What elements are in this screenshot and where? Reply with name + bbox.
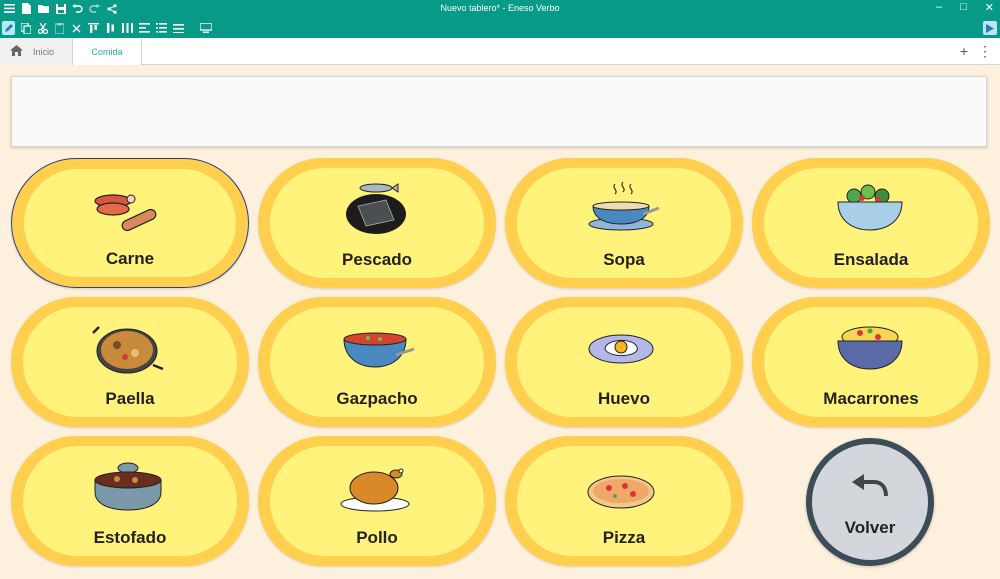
screen-icon[interactable] — [199, 21, 212, 35]
cell-label: Pizza — [602, 528, 646, 547]
egg-icon — [588, 334, 654, 364]
meat-icon — [94, 194, 157, 232]
cell-paella[interactable]: Paella — [11, 297, 249, 427]
cut-icon[interactable] — [36, 21, 49, 35]
window-title: Nuevo tablero* - Eneso Verbo — [440, 3, 560, 13]
justify-icon[interactable] — [172, 21, 185, 35]
tab-bar: Inicio Comida + ⋮ — [0, 38, 1000, 65]
salad-icon — [837, 184, 903, 231]
cell-label: Pescado — [342, 250, 412, 269]
minimize-button[interactable]: – — [936, 1, 942, 14]
cell-label: Pollo — [356, 528, 398, 547]
gazpacho-icon — [343, 332, 415, 368]
cell-label: Sopa — [603, 250, 645, 269]
delete-icon[interactable] — [70, 21, 83, 35]
fish-icon — [346, 183, 406, 234]
cell-estofado[interactable]: Estofado — [11, 436, 249, 566]
cell-label: Carne — [105, 249, 155, 268]
tab-comida[interactable]: Comida — [73, 38, 142, 65]
tab-home[interactable]: Inicio — [0, 38, 73, 65]
align-left-icon[interactable] — [138, 21, 151, 35]
back-button-label: Volver — [844, 518, 896, 537]
cell-macarrones[interactable]: Macarrones — [752, 297, 990, 427]
cell-pizza[interactable]: Pizza — [505, 436, 743, 566]
chicken-icon — [340, 468, 410, 512]
stew-icon — [94, 462, 162, 511]
cell-pescado[interactable]: Pescado — [258, 158, 496, 288]
maximize-button[interactable]: □ — [960, 1, 967, 14]
copy-icon[interactable] — [19, 21, 32, 35]
cell-label: Gazpacho — [336, 389, 418, 408]
cell-pollo[interactable]: Pollo — [258, 436, 496, 566]
back-button[interactable]: Volver — [806, 438, 934, 566]
sentence-bar[interactable] — [11, 76, 987, 147]
cell-label: Paella — [105, 389, 155, 408]
paella-icon — [92, 326, 164, 374]
tab-home-label: Inicio — [33, 46, 55, 57]
undo-arrow-icon — [852, 474, 888, 497]
cell-label: Macarrones — [823, 389, 919, 408]
play-button[interactable] — [983, 21, 997, 35]
paste-icon[interactable] — [53, 21, 66, 35]
close-button[interactable]: ✕ — [985, 1, 994, 14]
cell-label: Ensalada — [833, 250, 909, 269]
cell-label: Estofado — [93, 528, 167, 547]
cell-label: Huevo — [598, 389, 650, 408]
list-icon[interactable] — [155, 21, 168, 35]
distribute-icon[interactable] — [121, 21, 134, 35]
title-bar: Nuevo tablero* - Eneso Verbo – □ ✕ — [0, 0, 1000, 19]
pizza-icon — [587, 475, 655, 509]
add-tab-icon[interactable]: + — [960, 43, 968, 60]
tab-comida-label: Comida — [91, 46, 123, 57]
cell-ensalada[interactable]: Ensalada — [752, 158, 990, 288]
edit-toolbar — [0, 19, 1000, 38]
soup-icon — [588, 181, 660, 231]
align-center-icon[interactable] — [104, 21, 117, 35]
cell-sopa[interactable]: Sopa — [505, 158, 743, 288]
align-top-icon[interactable] — [87, 21, 100, 35]
macaroni-icon — [837, 326, 903, 370]
cell-huevo[interactable]: Huevo — [505, 297, 743, 427]
cell-carne[interactable]: Carne — [11, 158, 249, 288]
more-options-icon[interactable]: ⋮ — [978, 43, 992, 60]
edit-pencil-icon[interactable] — [2, 21, 15, 35]
cell-gazpacho[interactable]: Gazpacho — [258, 297, 496, 427]
home-icon — [10, 45, 23, 58]
